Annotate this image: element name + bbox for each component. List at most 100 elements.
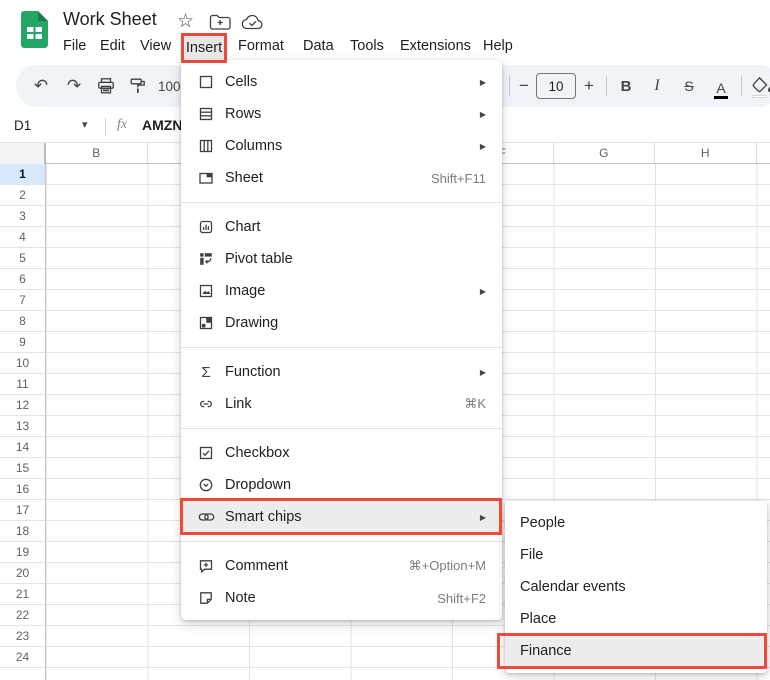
toolbar-divider	[509, 76, 510, 96]
submenu-item-people[interactable]: People	[505, 507, 767, 539]
row-header[interactable]	[0, 668, 46, 680]
row-header[interactable]: 13	[0, 416, 46, 437]
text-color-button[interactable]: A	[711, 65, 731, 107]
menu-item-shortcut: Shift+F2	[437, 590, 486, 606]
submenu-item-file[interactable]: File	[505, 539, 767, 571]
submenu-item-place[interactable]: Place	[505, 603, 767, 635]
sheet-icon	[197, 170, 215, 186]
submenu-arrow-icon: ▶	[479, 286, 486, 296]
cloud-status-icon[interactable]	[241, 15, 265, 31]
row-header[interactable]: 15	[0, 458, 46, 479]
row-header[interactable]: 5	[0, 248, 46, 269]
menu-item-image[interactable]: Image ▶	[181, 275, 502, 307]
row-header[interactable]: 10	[0, 353, 46, 374]
menu-file[interactable]: File	[63, 38, 86, 54]
menu-edit[interactable]: Edit	[100, 38, 125, 54]
menu-item-link[interactable]: Link ⌘K	[181, 388, 502, 420]
menu-item-note[interactable]: Note Shift+F2	[181, 582, 502, 614]
text-color-label: A	[716, 80, 726, 96]
menu-item-pivot-table[interactable]: Pivot table	[181, 243, 502, 275]
row-header[interactable]: 8	[0, 311, 46, 332]
row-header[interactable]: 6	[0, 269, 46, 290]
menu-item-rows[interactable]: Rows ▶	[181, 98, 502, 130]
menu-insert-active[interactable]: Insert	[181, 33, 227, 63]
column-header[interactable]: G	[554, 143, 655, 163]
menu-item-label: Drawing	[225, 315, 279, 331]
row-header[interactable]: 23	[0, 626, 46, 647]
menu-item-checkbox[interactable]: Checkbox	[181, 437, 502, 469]
redo-button[interactable]: ↷	[64, 65, 84, 107]
menu-item-sheet[interactable]: Sheet Shift+F11	[181, 162, 502, 194]
row-header[interactable]: 9	[0, 332, 46, 353]
formula-input[interactable]: AMZN	[142, 117, 182, 133]
menu-item-label: Pivot table	[225, 251, 293, 267]
menu-item-comment[interactable]: Comment ⌘+Option+M	[181, 550, 502, 582]
menu-separator	[181, 347, 502, 348]
row-header[interactable]: 12	[0, 395, 46, 416]
image-icon	[197, 283, 215, 299]
menu-item-drawing[interactable]: Drawing	[181, 307, 502, 339]
finance-annotation-box	[497, 633, 767, 669]
zoom-control[interactable]: 100	[158, 65, 181, 107]
row-header[interactable]: 11	[0, 374, 46, 395]
menu-item-function[interactable]: Σ Function ▶	[181, 356, 502, 388]
font-size-input[interactable]: 10	[536, 73, 576, 99]
menu-item-label: Function	[225, 364, 281, 380]
menu-item-label: Image	[225, 283, 266, 299]
undo-button[interactable]: ↶	[31, 65, 51, 107]
row-header[interactable]: 3	[0, 206, 46, 227]
row-header[interactable]: 7	[0, 290, 46, 311]
menu-data[interactable]: Data	[303, 38, 334, 54]
document-title[interactable]: Work Sheet	[63, 9, 157, 30]
row-header[interactable]: 16	[0, 479, 46, 500]
name-box[interactable]: D1	[14, 118, 31, 133]
name-box-caret-icon[interactable]: ▾	[82, 118, 88, 131]
increase-font-size-button[interactable]: +	[579, 65, 599, 107]
menu-item-label: Columns	[225, 138, 283, 154]
menu-tools[interactable]: Tools	[350, 38, 384, 54]
paint-format-button[interactable]	[128, 65, 148, 107]
row-header[interactable]: 18	[0, 521, 46, 542]
menu-separator	[181, 202, 502, 203]
row-header[interactable]: 4	[0, 227, 46, 248]
column-header-partial[interactable]	[757, 143, 770, 163]
submenu-item-label: Calendar events	[520, 579, 626, 595]
menu-item-cells[interactable]: Cells ▶	[181, 66, 502, 98]
menu-format[interactable]: Format	[238, 38, 284, 54]
row-header[interactable]: 1	[0, 164, 46, 185]
checkbox-icon	[197, 445, 215, 461]
row-header[interactable]: 17	[0, 500, 46, 521]
print-button[interactable]	[96, 65, 116, 107]
row-header[interactable]: 24	[0, 647, 46, 668]
italic-button[interactable]: I	[647, 65, 667, 107]
menu-item-columns[interactable]: Columns ▶	[181, 130, 502, 162]
sheets-logo	[21, 11, 48, 48]
row-header[interactable]: 20	[0, 563, 46, 584]
formula-bar-divider	[105, 118, 106, 136]
row-header[interactable]: 22	[0, 605, 46, 626]
menu-view[interactable]: View	[140, 38, 171, 54]
row-header[interactable]: 21	[0, 584, 46, 605]
decrease-font-size-button[interactable]: −	[514, 65, 534, 107]
dropdown-icon	[197, 477, 215, 493]
column-header[interactable]: H	[655, 143, 757, 163]
menu-item-label: Chart	[225, 219, 261, 235]
menu-item-label: Cells	[225, 74, 258, 90]
column-header[interactable]: B	[46, 143, 148, 163]
row-header[interactable]: 14	[0, 437, 46, 458]
link-icon	[197, 396, 215, 412]
submenu-item-calendar-events[interactable]: Calendar events	[505, 571, 767, 603]
menu-help[interactable]: Help	[483, 38, 513, 54]
strikethrough-button[interactable]: S	[679, 65, 699, 107]
move-folder-icon[interactable]	[209, 14, 231, 31]
menu-item-dropdown[interactable]: Dropdown	[181, 469, 502, 501]
bold-button[interactable]: B	[616, 65, 636, 107]
insert-menu: Cells ▶ Rows ▶ Columns ▶ Sheet Shift+F11…	[181, 60, 502, 620]
fill-color-button[interactable]	[750, 65, 770, 107]
row-header[interactable]: 19	[0, 542, 46, 563]
star-icon[interactable]: ☆	[177, 11, 194, 33]
select-all-corner[interactable]	[0, 143, 46, 164]
menu-item-chart[interactable]: Chart	[181, 211, 502, 243]
row-header[interactable]: 2	[0, 185, 46, 206]
menu-extensions[interactable]: Extensions	[400, 38, 471, 54]
